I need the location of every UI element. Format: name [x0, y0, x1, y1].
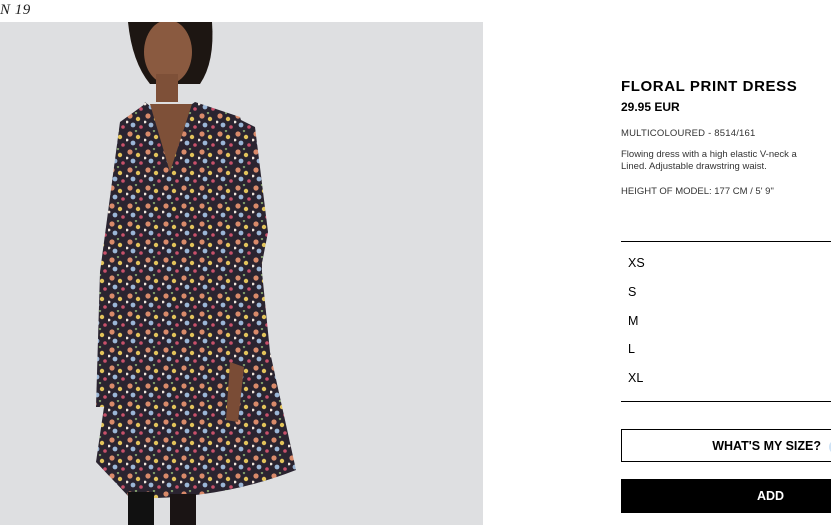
size-list: XS S M L XL [621, 241, 831, 402]
season-label: N 19 [0, 2, 31, 18]
product-info: FLORAL PRINT DRESS 29.95 EUR MULTICOLOUR… [621, 78, 831, 197]
model-height: HEIGHT OF MODEL: 177 CM / 5' 9" [621, 186, 774, 197]
product-image[interactable] [0, 22, 483, 525]
size-option-s[interactable]: S [621, 278, 831, 307]
product-description: Flowing dress with a high elastic V-neck… [621, 149, 831, 173]
product-title: FLORAL PRINT DRESS [621, 78, 798, 95]
size-option-l[interactable]: L [621, 335, 831, 364]
whats-my-size-button[interactable]: WHAT'S MY SIZE? [621, 429, 831, 462]
add-label: ADD [756, 489, 785, 503]
description-line: Lined. Adjustable drawstring waist. [621, 161, 767, 172]
size-option-xs[interactable]: XS [621, 249, 831, 278]
whats-my-size-label: WHAT'S MY SIZE? [712, 438, 821, 453]
add-to-cart-button[interactable]: ADD [621, 479, 831, 513]
description-line: Flowing dress with a high elastic V-neck… [621, 149, 797, 160]
product-reference: MULTICOLOURED - 8514/161 [621, 128, 756, 139]
product-price: 29.95 EUR [621, 100, 680, 114]
size-option-m[interactable]: M [621, 307, 831, 336]
size-option-xl[interactable]: XL [621, 364, 831, 393]
